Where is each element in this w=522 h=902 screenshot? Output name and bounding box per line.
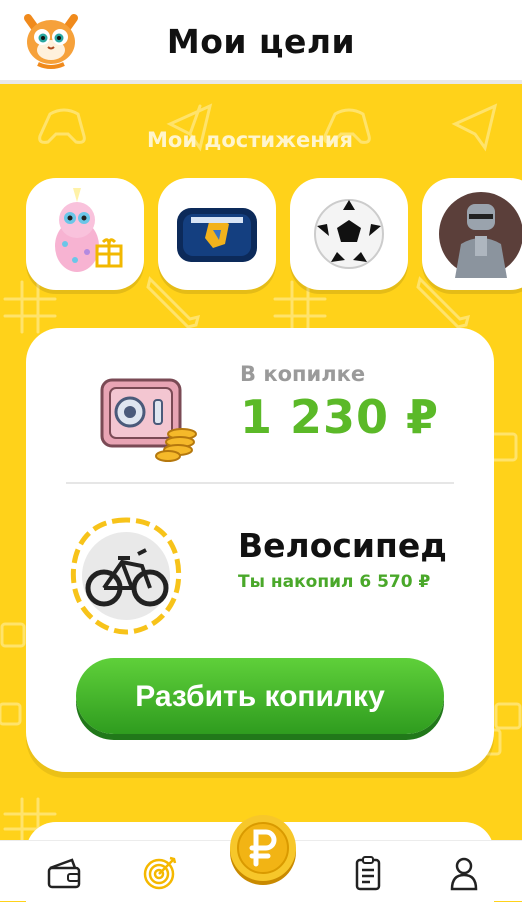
achievement-card[interactable]	[26, 178, 144, 290]
app-header: Мои цели	[0, 0, 522, 84]
ruble-coin-icon[interactable]	[228, 812, 298, 886]
piggy-bank-card: В копилке 1 230 ₽ Велосипед Ты накопил 6…	[26, 328, 494, 772]
piggy-bank-label: В копилке	[240, 362, 366, 386]
target-icon	[143, 856, 177, 890]
nav-item-profile[interactable]	[442, 851, 486, 895]
page-title: Мои цели	[166, 22, 356, 61]
nav-item-tasks[interactable]	[346, 851, 390, 895]
achievements-title: Мои достижения	[147, 128, 353, 152]
soccer-ball-icon	[314, 199, 384, 269]
pencil-case-icon	[177, 208, 257, 262]
person-icon	[450, 857, 478, 891]
unicorn-toy-icon	[55, 188, 123, 272]
divider	[66, 482, 454, 484]
goal-saved-text: Ты накопил 6 570 ₽	[238, 572, 431, 592]
achievement-card[interactable]	[422, 178, 522, 290]
break-piggy-bank-button[interactable]: Разбить копилку	[76, 658, 444, 734]
robot-figure-icon	[439, 192, 522, 278]
safe-with-coins-icon	[100, 378, 197, 462]
achievement-card[interactable]	[158, 178, 276, 290]
achievements-carousel[interactable]	[26, 178, 522, 294]
achievement-card[interactable]	[290, 178, 408, 290]
piggy-bank-amount: 1 230 ₽	[240, 390, 440, 444]
bicycle-icon	[70, 517, 182, 635]
goal-name: Велосипед	[238, 526, 447, 565]
checklist-icon	[355, 856, 381, 891]
nav-item-goals[interactable]	[138, 851, 182, 895]
wallet-icon	[47, 858, 81, 889]
nav-item-wallet[interactable]	[42, 851, 86, 895]
